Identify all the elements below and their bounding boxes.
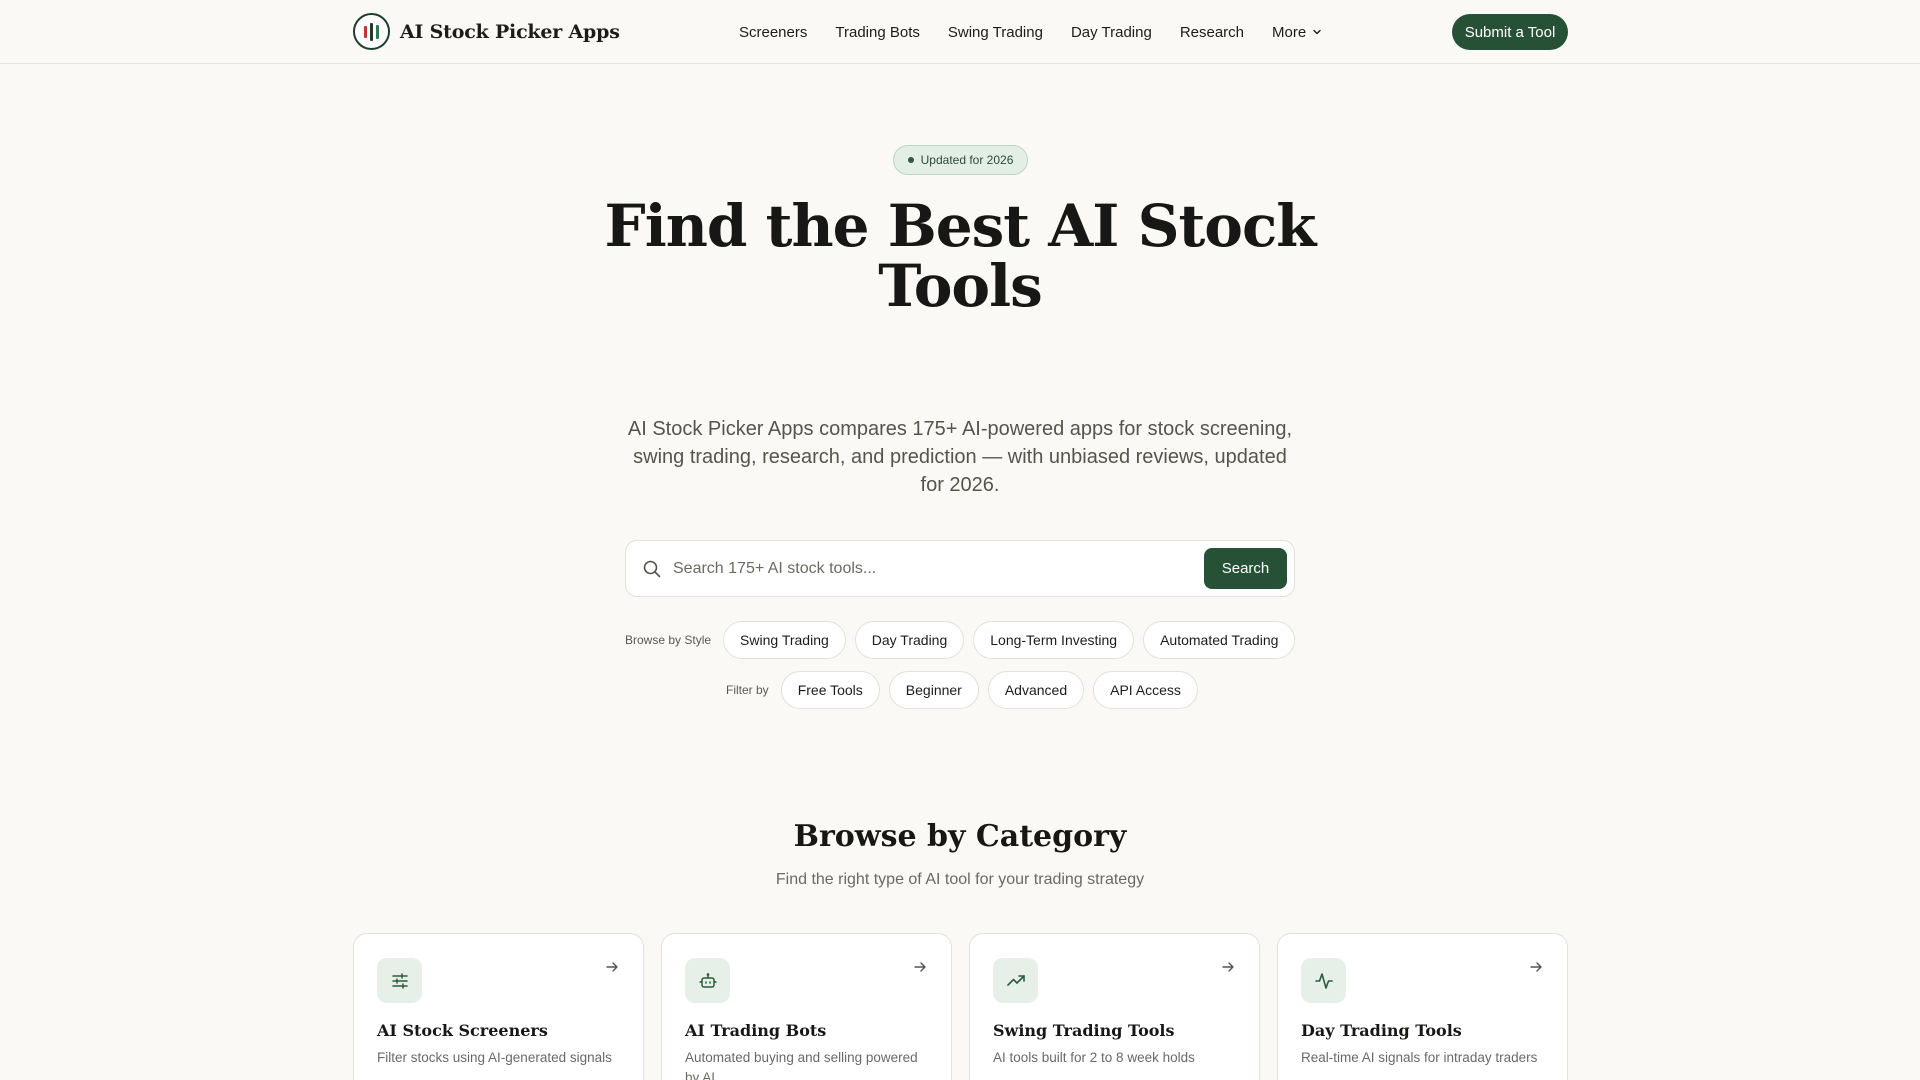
search-icon bbox=[643, 560, 661, 578]
hero-title: Find the Best AI Stock Tools bbox=[560, 196, 1360, 316]
dot-icon bbox=[907, 157, 914, 163]
card-title: AI Stock Screeners bbox=[377, 1021, 548, 1040]
category-section-subtitle: Find the right type of AI tool for your … bbox=[775, 871, 1145, 888]
site-header: AI Stock Picker Apps Screeners Trading B… bbox=[0, 0, 1920, 64]
sliders-icon bbox=[377, 958, 422, 1003]
card-description: Real-time AI signals for intraday trader… bbox=[1301, 1050, 1538, 1065]
browse-style-row: Browse by Style Swing Trading Day Tradin… bbox=[625, 621, 1304, 659]
search-bar: Search bbox=[625, 540, 1295, 597]
chip-long-term-investing[interactable]: Long-Term Investing bbox=[973, 621, 1135, 659]
category-card-swing-trading[interactable]: Swing Trading Tools AI tools built for 2… bbox=[969, 933, 1260, 1080]
card-description: Filter stocks using AI-generated signals bbox=[377, 1050, 612, 1065]
activity-icon bbox=[1301, 958, 1346, 1003]
search-button[interactable]: Search bbox=[1204, 548, 1287, 589]
category-section-title: Browse by Category bbox=[793, 819, 1127, 854]
hero-subtitle: AI Stock Picker Apps compares 175+ AI-po… bbox=[627, 418, 1293, 496]
arrow-right-icon bbox=[1530, 962, 1542, 972]
updated-badge: Updated for 2026 bbox=[893, 145, 1028, 175]
filter-row: Filter by Free Tools Beginner Advanced A… bbox=[726, 671, 1207, 709]
category-card-trading-bots[interactable]: AI Trading Bots Automated buying and sel… bbox=[661, 933, 952, 1080]
chip-automated-trading[interactable]: Automated Trading bbox=[1143, 621, 1296, 659]
nav-item-day-trading[interactable]: Day Trading bbox=[1071, 24, 1152, 41]
nav-item-swing-trading[interactable]: Swing Trading bbox=[948, 24, 1043, 41]
filter-label: Filter by bbox=[726, 683, 769, 697]
arrow-right-icon bbox=[606, 962, 618, 972]
robot-icon bbox=[685, 958, 730, 1003]
card-title: Swing Trading Tools bbox=[993, 1021, 1175, 1040]
browse-style-label: Browse by Style bbox=[625, 633, 712, 647]
submit-tool-button[interactable]: Submit a Tool bbox=[1452, 14, 1568, 50]
brand-logo[interactable]: AI Stock Picker Apps bbox=[353, 13, 620, 50]
nav-item-screeners[interactable]: Screeners bbox=[739, 24, 807, 41]
chip-beginner[interactable]: Beginner bbox=[888, 671, 979, 709]
hero-title-line2: Tools bbox=[878, 252, 1043, 320]
card-title: AI Trading Bots bbox=[685, 1021, 827, 1040]
badge-text: Updated for 2026 bbox=[920, 153, 1014, 167]
trending-up-icon bbox=[993, 958, 1038, 1003]
arrow-right-icon bbox=[914, 962, 926, 972]
chip-api-access[interactable]: API Access bbox=[1093, 671, 1198, 709]
chip-free-tools[interactable]: Free Tools bbox=[780, 671, 880, 709]
brand-name: AI Stock Picker Apps bbox=[400, 20, 620, 43]
hero-title-line1: Find the Best AI Stock bbox=[604, 192, 1317, 260]
chip-day-trading[interactable]: Day Trading bbox=[854, 621, 965, 659]
card-description: AI tools built for 2 to 8 week holds bbox=[993, 1050, 1195, 1065]
chevron-down-icon bbox=[1313, 29, 1321, 35]
card-description: Automated buying and selling powered by … bbox=[685, 1050, 918, 1080]
category-card-day-trading[interactable]: Day Trading Tools Real-time AI signals f… bbox=[1277, 933, 1568, 1080]
nav-item-trading-bots[interactable]: Trading Bots bbox=[835, 24, 920, 41]
chart-bars-icon bbox=[353, 13, 390, 50]
card-title: Day Trading Tools bbox=[1301, 1021, 1462, 1040]
chip-advanced[interactable]: Advanced bbox=[987, 671, 1085, 709]
nav-item-more[interactable]: More bbox=[1272, 24, 1322, 41]
nav-more-label: More bbox=[1272, 23, 1307, 41]
main-nav: Screeners Trading Bots Swing Trading Day… bbox=[739, 0, 1350, 64]
search-input[interactable] bbox=[673, 549, 1193, 589]
arrow-right-icon bbox=[1222, 962, 1234, 972]
category-card-screeners[interactable]: AI Stock Screeners Filter stocks using A… bbox=[353, 933, 644, 1080]
nav-item-research[interactable]: Research bbox=[1180, 24, 1244, 41]
chip-swing-trading[interactable]: Swing Trading bbox=[723, 621, 846, 659]
